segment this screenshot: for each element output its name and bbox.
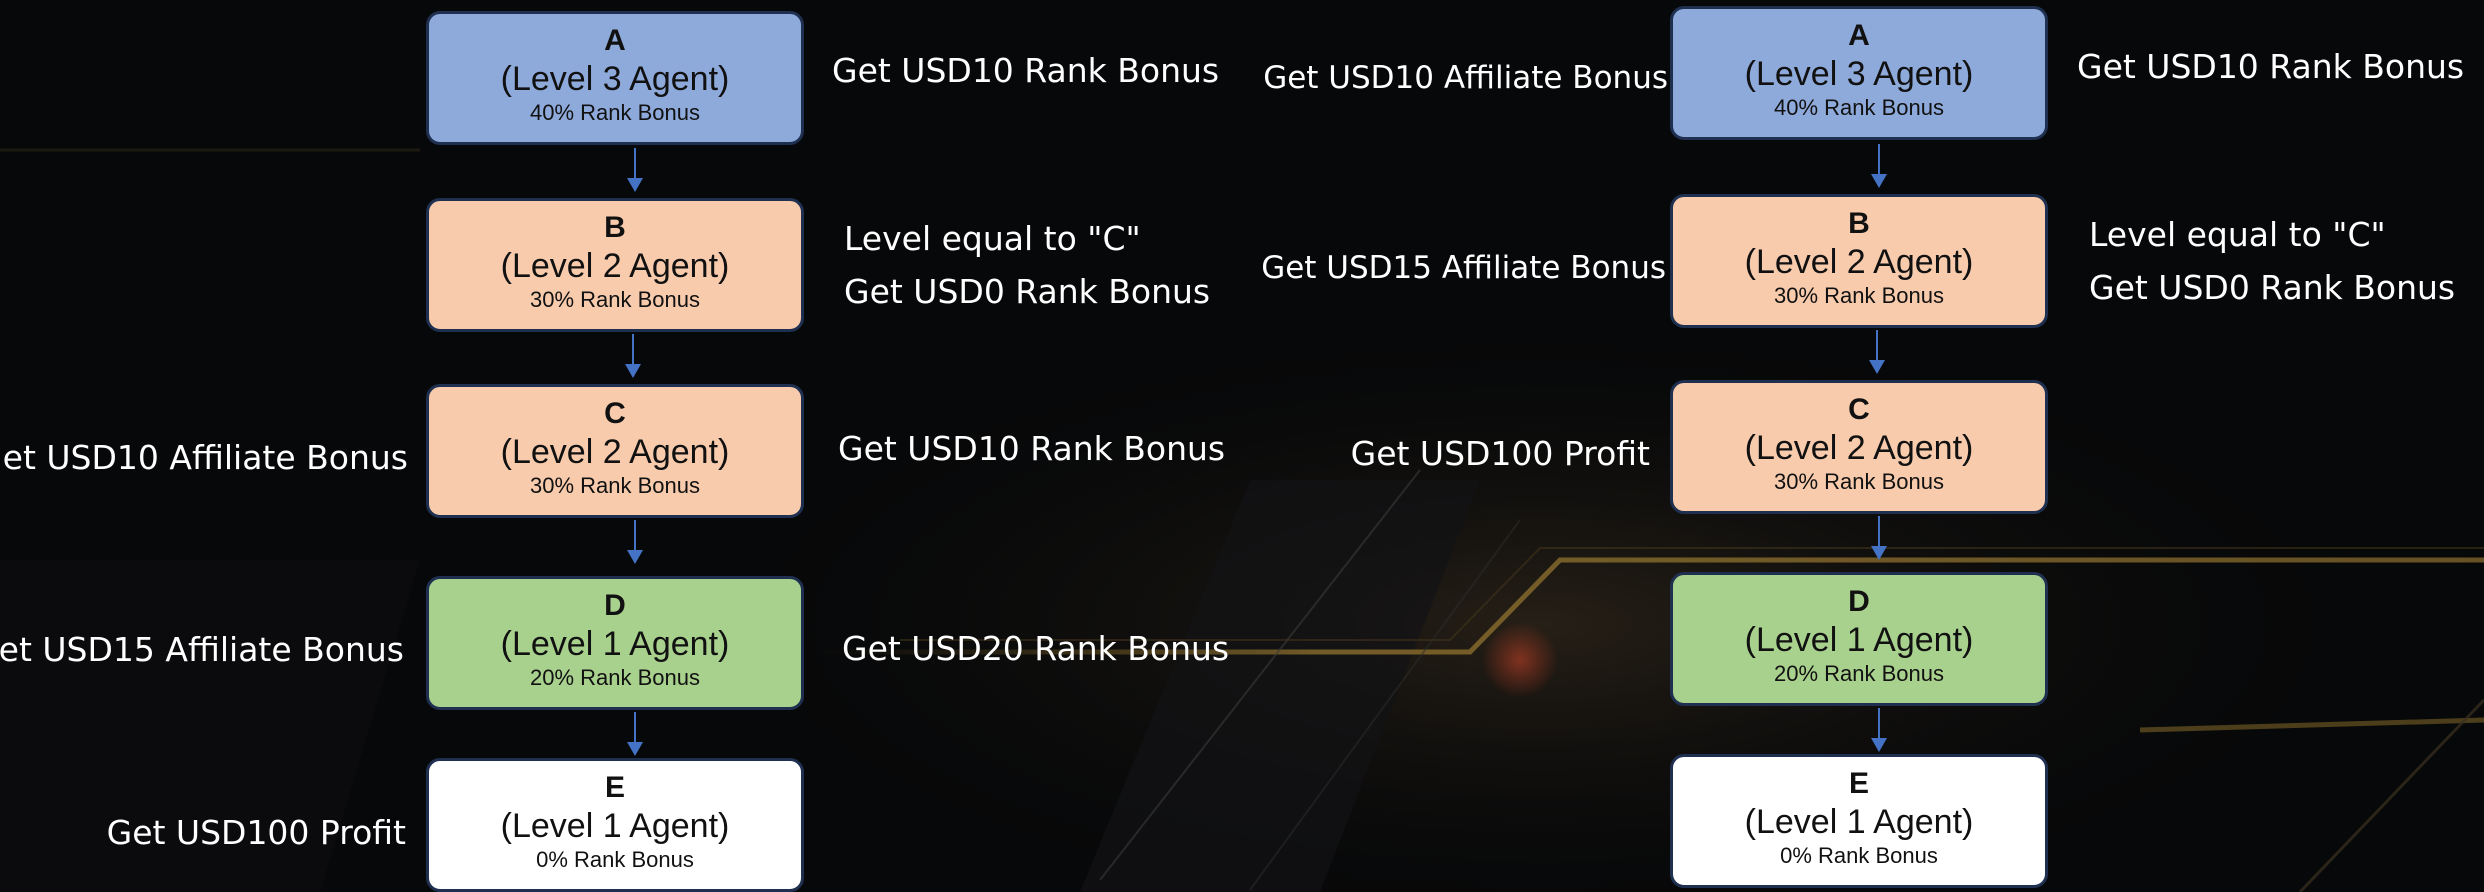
left-label-b-level-equal: Level equal to "C" <box>844 219 1141 258</box>
node-level: (Level 2 Agent) <box>500 433 730 471</box>
node-rank-bonus: 20% Rank Bonus <box>530 665 700 690</box>
node-level: (Level 2 Agent) <box>1744 243 1974 281</box>
node-letter: B <box>604 211 626 244</box>
left-label-d-rank-bonus: Get USD20 Rank Bonus <box>842 629 1230 668</box>
right-node-d: D (Level 1 Agent) 20% Rank Bonus <box>1670 572 2048 706</box>
node-letter: D <box>1848 585 1870 618</box>
left-arrow-c-d <box>627 520 643 564</box>
node-level: (Level 3 Agent) <box>1744 55 1974 93</box>
right-node-b: B (Level 2 Agent) 30% Rank Bonus <box>1670 194 2048 328</box>
right-node-c: C (Level 2 Agent) 30% Rank Bonus <box>1670 380 2048 514</box>
node-letter: C <box>604 397 626 430</box>
right-node-a: A (Level 3 Agent) 40% Rank Bonus <box>1670 6 2048 140</box>
right-label-a-rank-bonus: Get USD10 Rank Bonus <box>2077 47 2465 86</box>
right-arrow-d-e <box>1871 708 1887 752</box>
node-letter: B <box>1848 207 1870 240</box>
right-arrow-c-d <box>1871 516 1887 560</box>
left-label-b-rank-bonus: Get USD0 Rank Bonus <box>844 272 1211 311</box>
left-node-a: A (Level 3 Agent) 40% Rank Bonus <box>426 11 804 145</box>
node-level: (Level 2 Agent) <box>500 247 730 285</box>
right-node-e: E (Level 1 Agent) 0% Rank Bonus <box>1670 754 2048 888</box>
node-letter: A <box>1848 19 1870 52</box>
node-level: (Level 2 Agent) <box>1744 429 1974 467</box>
left-node-e: E (Level 1 Agent) 0% Rank Bonus <box>426 758 804 892</box>
node-rank-bonus: 40% Rank Bonus <box>1774 95 1944 120</box>
right-label-b-level-equal: Level equal to "C" <box>2089 215 2386 254</box>
left-arrow-d-e <box>627 712 643 756</box>
node-letter: E <box>604 771 625 804</box>
node-level: (Level 1 Agent) <box>500 807 730 845</box>
right-label-a-affiliate-bonus: Get USD10 Affiliate Bonus <box>1263 60 1668 96</box>
left-label-a-rank-bonus: Get USD10 Rank Bonus <box>832 51 1220 90</box>
node-rank-bonus: 30% Rank Bonus <box>1774 469 1944 494</box>
right-label-c-profit: Get USD100 Profit <box>1350 434 1650 473</box>
node-rank-bonus: 30% Rank Bonus <box>530 473 700 498</box>
left-label-e-profit: Get USD100 Profit <box>106 813 406 852</box>
left-node-d: D (Level 1 Agent) 20% Rank Bonus <box>426 576 804 710</box>
node-rank-bonus: 0% Rank Bonus <box>1780 843 1938 868</box>
node-letter: D <box>604 589 626 622</box>
left-label-d-affiliate-bonus: Get USD15 Affiliate Bonus <box>0 630 404 669</box>
node-rank-bonus: 30% Rank Bonus <box>1774 283 1944 308</box>
node-rank-bonus: 20% Rank Bonus <box>1774 661 1944 686</box>
node-level: (Level 1 Agent) <box>1744 621 1974 659</box>
right-label-b-affiliate-bonus: Get USD15 Affiliate Bonus <box>1261 250 1666 286</box>
right-arrow-a-b <box>1871 144 1887 188</box>
right-arrow-b-c <box>1869 330 1885 374</box>
left-label-c-rank-bonus: Get USD10 Rank Bonus <box>838 429 1226 468</box>
left-label-c-affiliate-bonus: Get USD10 Affiliate Bonus <box>0 438 408 477</box>
node-letter: E <box>1848 767 1869 800</box>
node-rank-bonus: 40% Rank Bonus <box>530 100 700 125</box>
node-letter: A <box>604 24 626 57</box>
left-arrow-b-c <box>625 334 641 378</box>
node-level: (Level 3 Agent) <box>500 60 730 98</box>
node-level: (Level 1 Agent) <box>500 625 730 663</box>
node-level: (Level 1 Agent) <box>1744 803 1974 841</box>
left-arrow-a-b <box>627 148 643 192</box>
left-node-b: B (Level 2 Agent) 30% Rank Bonus <box>426 198 804 332</box>
right-label-b-rank-bonus: Get USD0 Rank Bonus <box>2089 268 2456 307</box>
left-node-c: C (Level 2 Agent) 30% Rank Bonus <box>426 384 804 518</box>
node-rank-bonus: 0% Rank Bonus <box>536 847 694 872</box>
node-letter: C <box>1848 393 1870 426</box>
node-rank-bonus: 30% Rank Bonus <box>530 287 700 312</box>
